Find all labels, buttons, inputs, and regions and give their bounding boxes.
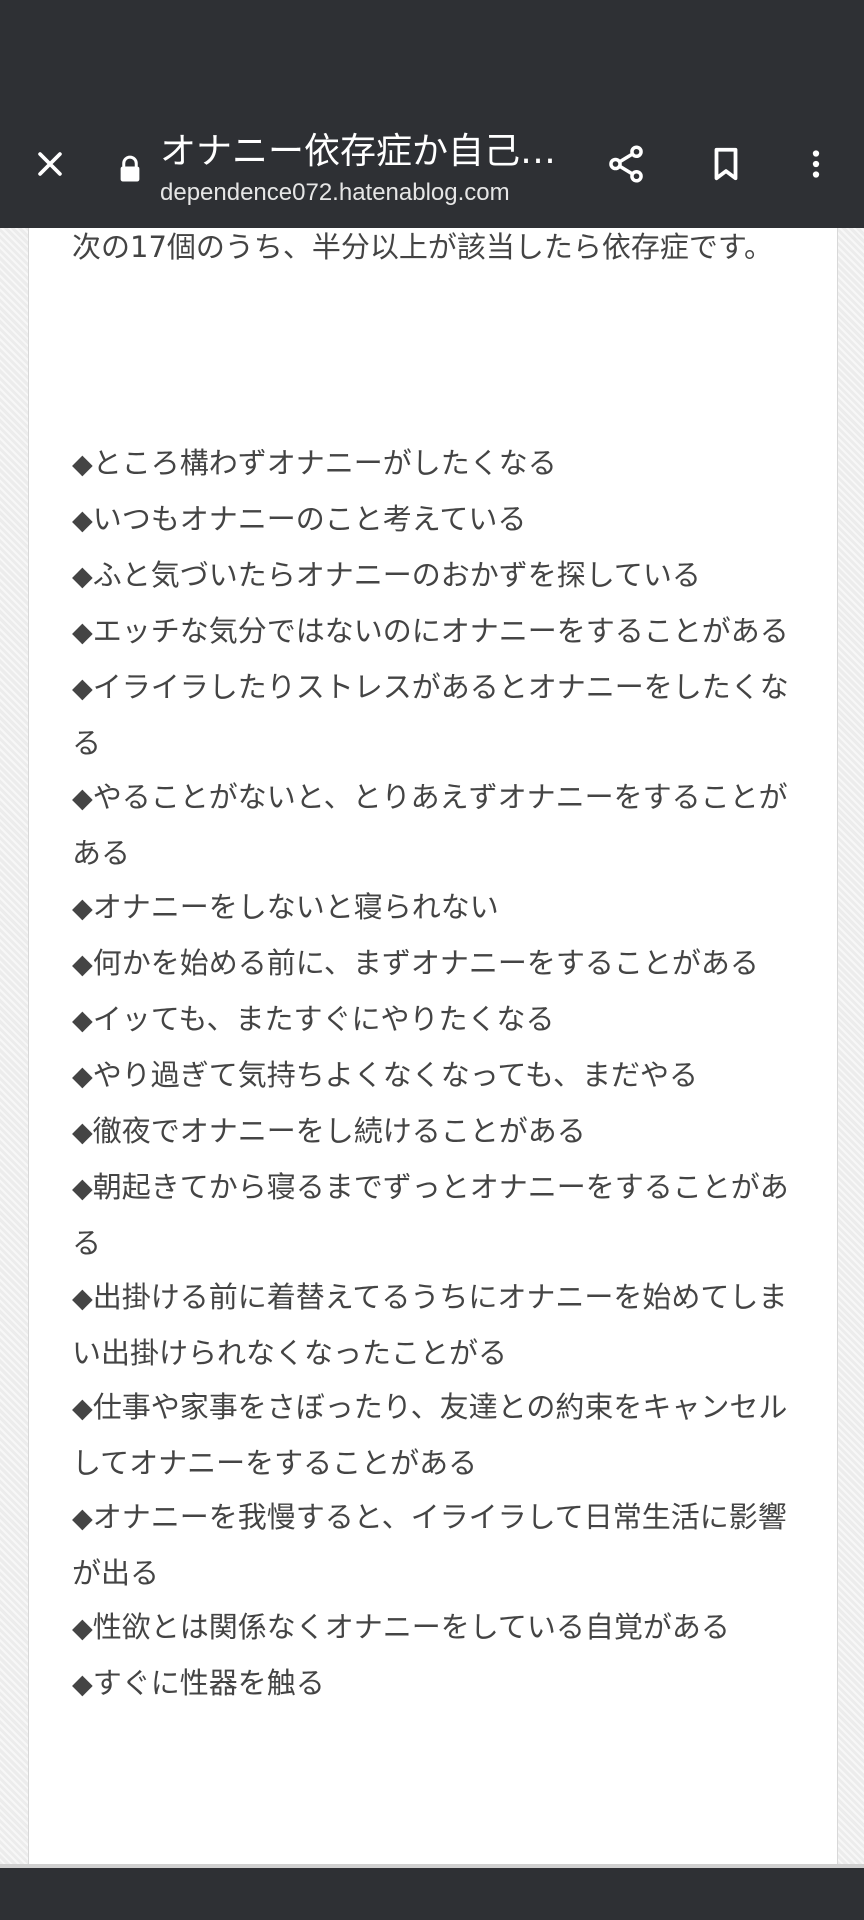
checklist-item: ◆やることがないと、とりあえずオナニーをすることがある [72,770,812,880]
checklist-item: ◆ふと気づいたらオナニーのおかずを探している [72,548,812,604]
diamond-bullet-icon: ◆ [72,617,93,648]
checklist-item-text: イライラしたりストレスがあるとオナニーをしたくなる [72,670,789,760]
checklist: ◆ところ構わずオナニーがしたくなる ◆いつもオナニーのこと考えている ◆ふと気づいた… [72,436,812,1712]
diamond-bullet-icon: ◆ [72,1117,93,1148]
diamond-bullet-icon: ◆ [72,561,93,592]
intro-paragraph: 次の17個のうち、半分以上が該当したら依存症です。 [72,230,774,264]
checklist-item: ◆やり過ぎて気持ちよくなくなっても、まだやる [72,1048,812,1104]
checklist-item: ◆オナニーをしないと寝られない [72,880,812,936]
checklist-item: ◆イッても、またすぐにやりたくなる [72,992,812,1048]
navigation-bar-edge [0,1864,864,1868]
checklist-item-text: やり過ぎて気持ちよくなくなっても、まだやる [92,1058,698,1092]
close-button[interactable] [22,136,78,192]
checklist-item-text: イッても、またすぐにやりたくなる [92,1002,555,1036]
bookmark-icon [714,147,738,181]
more-vert-icon [812,150,820,178]
checklist-item-text: 仕事や家事をさぼったり、友達との約束をキャンセルしてオナニーをすることがある [72,1390,788,1480]
checklist-item-text: いつもオナニーのこと考えている [92,502,527,536]
page-url[interactable]: dependence072.hatenablog.com [160,178,580,208]
diamond-bullet-icon: ◆ [72,673,93,704]
diamond-bullet-icon: ◆ [72,1613,93,1644]
diamond-bullet-icon: ◆ [72,1061,93,1092]
checklist-item: ◆エッチな気分ではないのにオナニーをすることがある [72,604,812,660]
more-menu-button[interactable] [788,136,844,192]
checklist-item-text: ふと気づいたらオナニーのおかずを探している [92,558,701,592]
article-content: 次の17個のうち、半分以上が該当したら依存症です。 ◆ところ構わずオナニーがした… [28,228,838,1864]
checklist-item: ◆いつもオナニーのこと考えている [72,492,812,548]
checklist-item: ◆何かを始める前に、まずオナニーをすることがある [72,936,812,992]
checklist-item-text: すぐに性器を触る [92,1666,325,1700]
checklist-item-text: 出掛ける前に着替えてるうちにオナニーを始めてしまい出掛けられなくなったことがる [72,1280,788,1370]
diamond-bullet-icon: ◆ [72,449,93,480]
checklist-item: ◆出掛ける前に着替えてるうちにオナニーを始めてしまい出掛けられなくなったことがる [72,1270,812,1380]
checklist-item-text: 何かを始める前に、まずオナニーをすることがある [92,946,759,980]
checklist-item: ◆朝起きてから寝るまでずっとオナニーをすることがある [72,1160,812,1270]
diamond-bullet-icon: ◆ [72,1669,93,1700]
checklist-item: ◆徹夜でオナニーをし続けることがある [72,1104,812,1160]
checklist-item-text: 徹夜でオナニーをし続けることがある [92,1114,586,1148]
article-body: 次の17個のうち、半分以上が該当したら依存症です。 ◆ところ構わずオナニーがした… [72,228,812,1712]
checklist-item-text: 朝起きてから寝るまでずっとオナニーをすることがある [72,1170,789,1260]
page-background-left [0,228,28,1868]
diamond-bullet-icon: ◆ [72,505,93,536]
checklist-item-text: オナニーを我慢すると、イライラして日常生活に影響が出る [72,1500,787,1590]
share-button[interactable] [598,136,654,192]
diamond-bullet-icon: ◆ [72,949,93,980]
navigation-bar [0,1864,864,1920]
diamond-bullet-icon: ◆ [72,893,93,924]
checklist-item-text: オナニーをしないと寝られない [92,890,499,924]
checklist-item-text: 性欲とは関係なくオナニーをしている自覚がある [92,1610,730,1644]
checklist-item: ◆ところ構わずオナニーがしたくなる [72,436,812,492]
checklist-item: ◆イライラしたりストレスがあるとオナニーをしたくなる [72,660,812,770]
status-bar [0,0,864,110]
page-background-right [838,228,864,1868]
diamond-bullet-icon: ◆ [72,1283,93,1314]
diamond-bullet-icon: ◆ [72,1005,93,1036]
checklist-item: ◆すぐに性器を触る [72,1656,812,1712]
checklist-item: ◆オナニーを我慢すると、イライラして日常生活に影響が出る [72,1490,812,1600]
bookmark-button[interactable] [698,136,754,192]
lock-icon [120,155,140,182]
checklist-item: ◆性欲とは関係なくオナニーをしている自覚がある [72,1600,812,1656]
diamond-bullet-icon: ◆ [72,783,93,814]
close-icon [38,152,62,176]
browser-toolbar: オナニー依存症か自己… dependence072.hatenablog.com [0,110,864,228]
share-icon [609,145,643,183]
checklist-item-text: ところ構わずオナニーがしたくなる [92,446,557,480]
checklist-item-text: やることがないと、とりあえずオナニーをすることがある [72,780,788,870]
diamond-bullet-icon: ◆ [72,1173,93,1204]
checklist-item: ◆仕事や家事をさぼったり、友達との約束をキャンセルしてオナニーをすることがある [72,1380,812,1490]
checklist-item-text: エッチな気分ではないのにオナニーをすることがある [92,614,789,648]
diamond-bullet-icon: ◆ [72,1393,93,1424]
page-title[interactable]: オナニー依存症か自己… [160,130,580,174]
diamond-bullet-icon: ◆ [72,1503,93,1534]
